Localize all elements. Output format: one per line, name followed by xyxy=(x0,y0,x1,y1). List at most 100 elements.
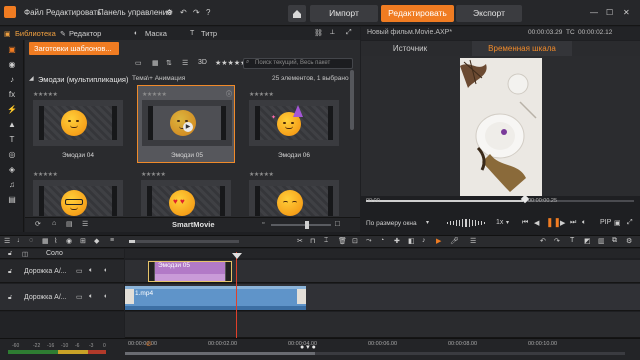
trim-icon[interactable]: ⊓ xyxy=(310,237,315,245)
step-forward-icon[interactable]: ▶ xyxy=(560,219,565,227)
library-item[interactable]: ★★★★★ Эмодзи 04 xyxy=(29,86,127,164)
lock-icon[interactable]: 🔓︎ xyxy=(8,294,12,302)
audio-levels-icon[interactable]: ▥ xyxy=(598,237,605,245)
music-category-icon[interactable]: ♪ xyxy=(7,75,17,85)
refresh-icon[interactable]: ⟳ xyxy=(35,220,41,228)
pause-icon[interactable]: ❚❚ xyxy=(546,217,561,228)
media-category-icon[interactable]: ▣ xyxy=(7,45,17,55)
snap-icon[interactable]: ⊞ xyxy=(80,237,86,245)
title-category-icon[interactable]: T xyxy=(7,135,17,145)
audio-icon[interactable]: 🔈︎ xyxy=(89,293,93,301)
settings-icon[interactable]: ⚙ xyxy=(166,8,173,17)
timeline-menu-button[interactable]: ☰ xyxy=(470,237,476,245)
layers-category-icon[interactable]: ◈ xyxy=(7,165,17,175)
fullscreen-icon[interactable]: ⤢ xyxy=(627,219,633,227)
video-frame[interactable] xyxy=(460,58,542,196)
project-category-icon[interactable]: ▤ xyxy=(7,195,17,205)
color-icon[interactable]: ◔ xyxy=(380,237,384,244)
edit-button[interactable]: Редактировать xyxy=(381,5,454,22)
storyboard-icon[interactable]: ▦ xyxy=(42,237,49,245)
motion-icon[interactable]: ⤳ xyxy=(366,237,372,245)
video-visible-icon[interactable]: ▭ xyxy=(76,293,83,301)
library-item[interactable]: ★★★★★ xyxy=(29,166,127,216)
track-name[interactable]: Дорожка A/... xyxy=(24,268,67,275)
razor-icon[interactable]: ⌶ xyxy=(324,237,328,245)
menu-control-panel[interactable]: Панель управления xyxy=(98,8,172,17)
clip-handle-right[interactable] xyxy=(225,262,231,281)
split-icon[interactable]: ✂ xyxy=(297,237,303,245)
crop-icon[interactable]: ⊡ xyxy=(352,237,358,245)
transition-category-icon[interactable]: ⚡ xyxy=(7,105,17,115)
timeline-zoom-handle[interactable] xyxy=(129,240,135,243)
pip-button[interactable]: PIP xyxy=(600,219,611,226)
go-to-start-icon[interactable]: ⏮ xyxy=(522,219,528,227)
help-icon[interactable]: ? xyxy=(206,8,210,17)
slider-handle[interactable] xyxy=(305,221,309,229)
speed-dropdown-icon[interactable]: ▾ xyxy=(506,219,509,226)
tab-library[interactable]: Библиотека xyxy=(12,27,56,40)
tab-timeline[interactable]: Временная шкала xyxy=(472,41,572,56)
collapse-arrow-icon[interactable]: ◢ xyxy=(29,75,34,82)
playback-marker-icon[interactable]: ● ▾ ● xyxy=(300,343,316,351)
maximize-icon[interactable]: ☐ xyxy=(606,8,613,17)
fit-select[interactable]: По размеру окна xyxy=(364,218,424,229)
menu-category-icon[interactable]: ◎ xyxy=(7,150,17,160)
library-item[interactable]: ★★★★★ ✦ Эмодзи 06 xyxy=(245,86,343,164)
lock-icon[interactable]: 🔓︎ xyxy=(8,268,12,276)
tab-title[interactable]: Титр xyxy=(198,27,217,40)
stabilize-icon[interactable]: ◧ xyxy=(408,237,415,245)
speaker-icon[interactable]: ◖ xyxy=(103,293,107,300)
thumbnail-size-slider[interactable] xyxy=(271,224,331,226)
fx-category-icon[interactable]: fx xyxy=(7,90,17,100)
filter-icon[interactable]: ▤ xyxy=(66,220,73,228)
library-scrollbar[interactable] xyxy=(350,70,354,130)
voiceover-icon[interactable]: 🎤︎ xyxy=(450,237,459,245)
undo-timeline-icon[interactable]: ↶ xyxy=(540,237,546,245)
keyframe-add-icon[interactable]: ✚ xyxy=(394,237,400,245)
film-category-icon[interactable]: ◉ xyxy=(7,60,17,70)
minimize-icon[interactable]: — xyxy=(590,8,598,17)
playhead-handle[interactable] xyxy=(232,253,242,259)
link-icon[interactable]: ⛓ xyxy=(314,29,323,37)
undo-icon[interactable]: ↶ xyxy=(180,8,187,17)
view-3d-toggle[interactable]: 3D xyxy=(198,59,207,66)
lock-icon[interactable]: 🔓︎ xyxy=(8,250,12,258)
folder-icon[interactable]: ▭ xyxy=(135,59,142,67)
go-to-end-icon[interactable]: ⏭ xyxy=(570,219,576,227)
tab-mask[interactable]: Маска xyxy=(142,27,167,40)
keyframe-icon[interactable]: ◆ xyxy=(94,237,99,245)
menu-icon[interactable]: ☰ xyxy=(82,220,88,228)
markers-icon[interactable]: ⌇ xyxy=(54,237,57,245)
track-header[interactable]: 🔓︎ Дорожка A/... ▭ 🔈︎ ◖ xyxy=(0,284,124,311)
timeline-scrollbar-thumb[interactable] xyxy=(125,352,315,355)
tab-editor[interactable]: Редактор xyxy=(66,27,101,40)
info-icon[interactable]: ⓘ xyxy=(226,89,232,98)
video-visible-icon[interactable]: ▭ xyxy=(76,267,83,275)
menu-file[interactable]: Файл xyxy=(24,8,44,17)
audio-icon[interactable]: 🔈︎ xyxy=(89,267,93,275)
list-view-icon[interactable]: ☰ xyxy=(182,59,188,67)
zoom-in-icon[interactable]: □ xyxy=(335,219,340,228)
smartmovie-button[interactable]: SmartMovie xyxy=(172,220,215,229)
step-back-icon[interactable]: ◀ xyxy=(534,219,539,227)
timeline-menu-icon[interactable]: ≡ xyxy=(110,237,114,244)
jog-wheel[interactable] xyxy=(446,219,488,227)
timeline-ruler[interactable] xyxy=(125,249,640,258)
play-icon[interactable]: ▶ xyxy=(183,122,193,132)
export-button[interactable]: Экспорт xyxy=(456,5,522,22)
fit-dropdown-icon[interactable]: ▾ xyxy=(426,219,429,226)
dvd-icon[interactable]: ◉ xyxy=(66,237,72,245)
insert-mode-icon[interactable]: ▶ xyxy=(436,237,441,245)
pin-icon[interactable]: ⟂ xyxy=(330,29,335,37)
track-name[interactable]: Дорожка A/... xyxy=(24,294,67,301)
volume-icon[interactable]: 🔈︎ xyxy=(582,219,586,227)
library-item-selected[interactable]: ★★★★★ ⓘ ▶ Эмодзи 05 xyxy=(137,85,235,163)
timeline-settings-icon[interactable]: ⚙ xyxy=(626,237,632,245)
fx-timeline-icon[interactable]: ◌ xyxy=(29,237,33,244)
star-filter-icon[interactable]: ★★★★★ xyxy=(215,59,246,67)
import-button[interactable]: Импорт xyxy=(310,5,378,22)
speed-label[interactable]: 1x xyxy=(496,219,503,226)
eye-icon[interactable]: ◫ xyxy=(22,250,28,258)
delete-icon[interactable]: 🗑︎ xyxy=(338,237,347,245)
zoom-out-icon[interactable]: ▫ xyxy=(262,220,264,227)
